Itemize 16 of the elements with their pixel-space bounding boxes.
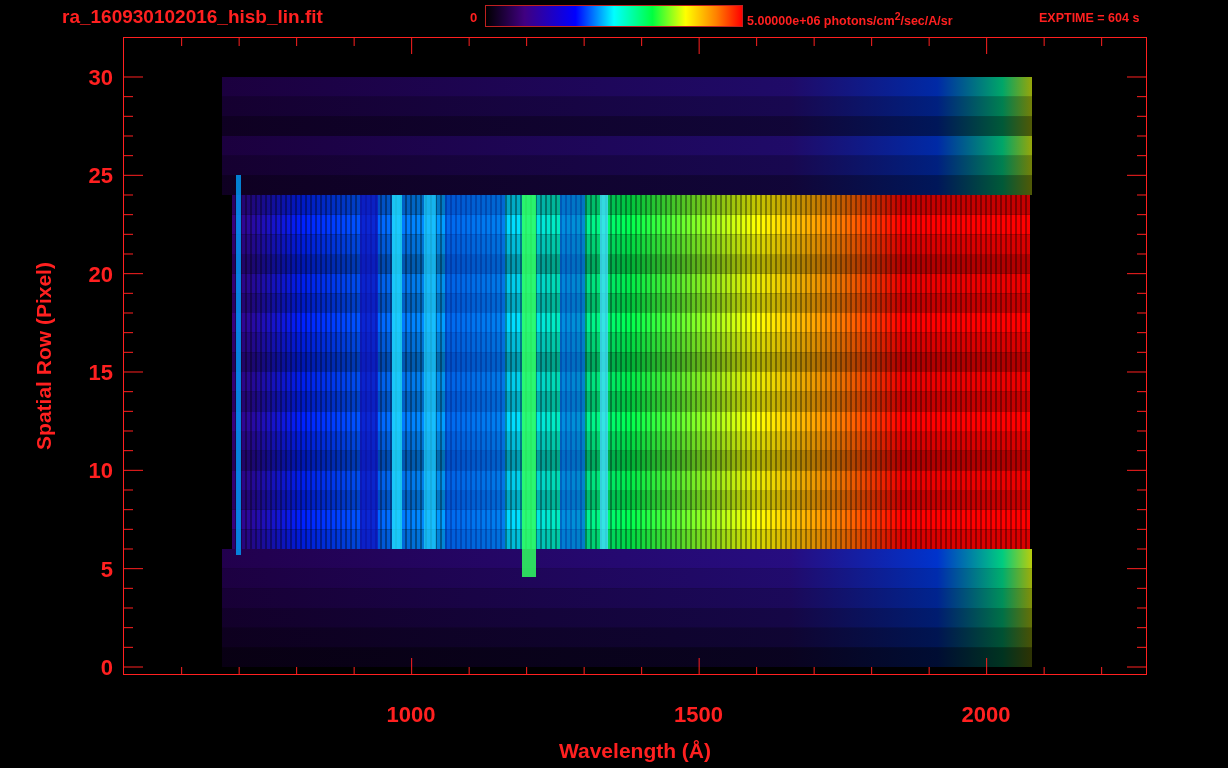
y-tick-label: 15 bbox=[88, 360, 113, 385]
exposure-time: EXPTIME = 604 s bbox=[1039, 11, 1140, 25]
y-axis-label: Spatial Row (Pixel) bbox=[32, 262, 55, 450]
x-tick-label: 1500 bbox=[674, 702, 723, 727]
x-axis-label: Wavelength (Å) bbox=[558, 739, 712, 762]
colorbar-min-label: 0 bbox=[470, 10, 479, 25]
y-tick-label: 10 bbox=[88, 458, 113, 484]
x-tick-label: 2000 bbox=[961, 702, 1011, 727]
y-tick-label: 20 bbox=[88, 261, 113, 287]
y-tick-label: 5 bbox=[100, 556, 113, 582]
y-tick-label: 25 bbox=[88, 163, 113, 189]
colorbar-max-label: 5.00000e+06 photons/cm$^{2}$/sec/A/sr bbox=[747, 11, 954, 29]
file-title: ra_160930102016_hisb_lin.fit bbox=[62, 6, 324, 28]
x-tick-label: 1000 bbox=[386, 702, 436, 727]
y-tick-label: 30 bbox=[88, 65, 113, 90]
y-tick-label: 0 bbox=[100, 655, 113, 680]
